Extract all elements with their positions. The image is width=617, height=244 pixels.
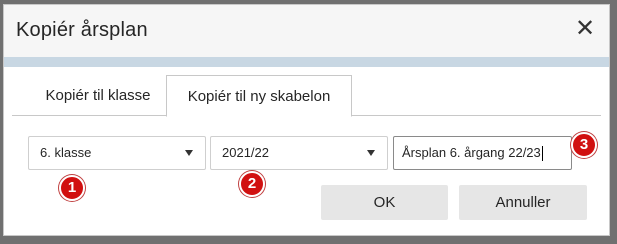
step-marker-3: 3 xyxy=(571,132,597,158)
class-select[interactable]: 6. klasse xyxy=(28,136,206,170)
step-marker-1: 1 xyxy=(59,175,85,201)
dialog-title: Kopiér årsplan xyxy=(16,19,148,41)
school-year-select-value: 2021/22 xyxy=(222,145,269,160)
template-name-input[interactable]: Årsplan 6. årgang 22/23 xyxy=(393,136,572,170)
ok-button[interactable]: OK xyxy=(321,185,448,220)
school-year-select[interactable]: 2021/22 xyxy=(210,136,388,170)
tab-copy-to-class[interactable]: Kopiér til klasse xyxy=(26,75,170,116)
accent-bar xyxy=(4,57,609,67)
tab-copy-to-new-template[interactable]: Kopiér til ny skabelon xyxy=(166,75,352,117)
cancel-button[interactable]: Annuller xyxy=(459,185,587,220)
text-cursor xyxy=(541,146,543,162)
dialog-titlebar: Kopiér årsplan ✕ xyxy=(4,5,609,57)
tab-strip: Kopiér til klasse Kopiér til ny skabelon xyxy=(12,75,601,117)
caret-down-icon xyxy=(367,150,375,156)
caret-down-icon xyxy=(185,150,193,156)
close-icon[interactable]: ✕ xyxy=(573,17,597,41)
class-select-value: 6. klasse xyxy=(40,145,92,160)
template-name-value: Årsplan 6. årgang 22/23 xyxy=(402,145,541,160)
step-marker-2: 2 xyxy=(239,171,265,197)
